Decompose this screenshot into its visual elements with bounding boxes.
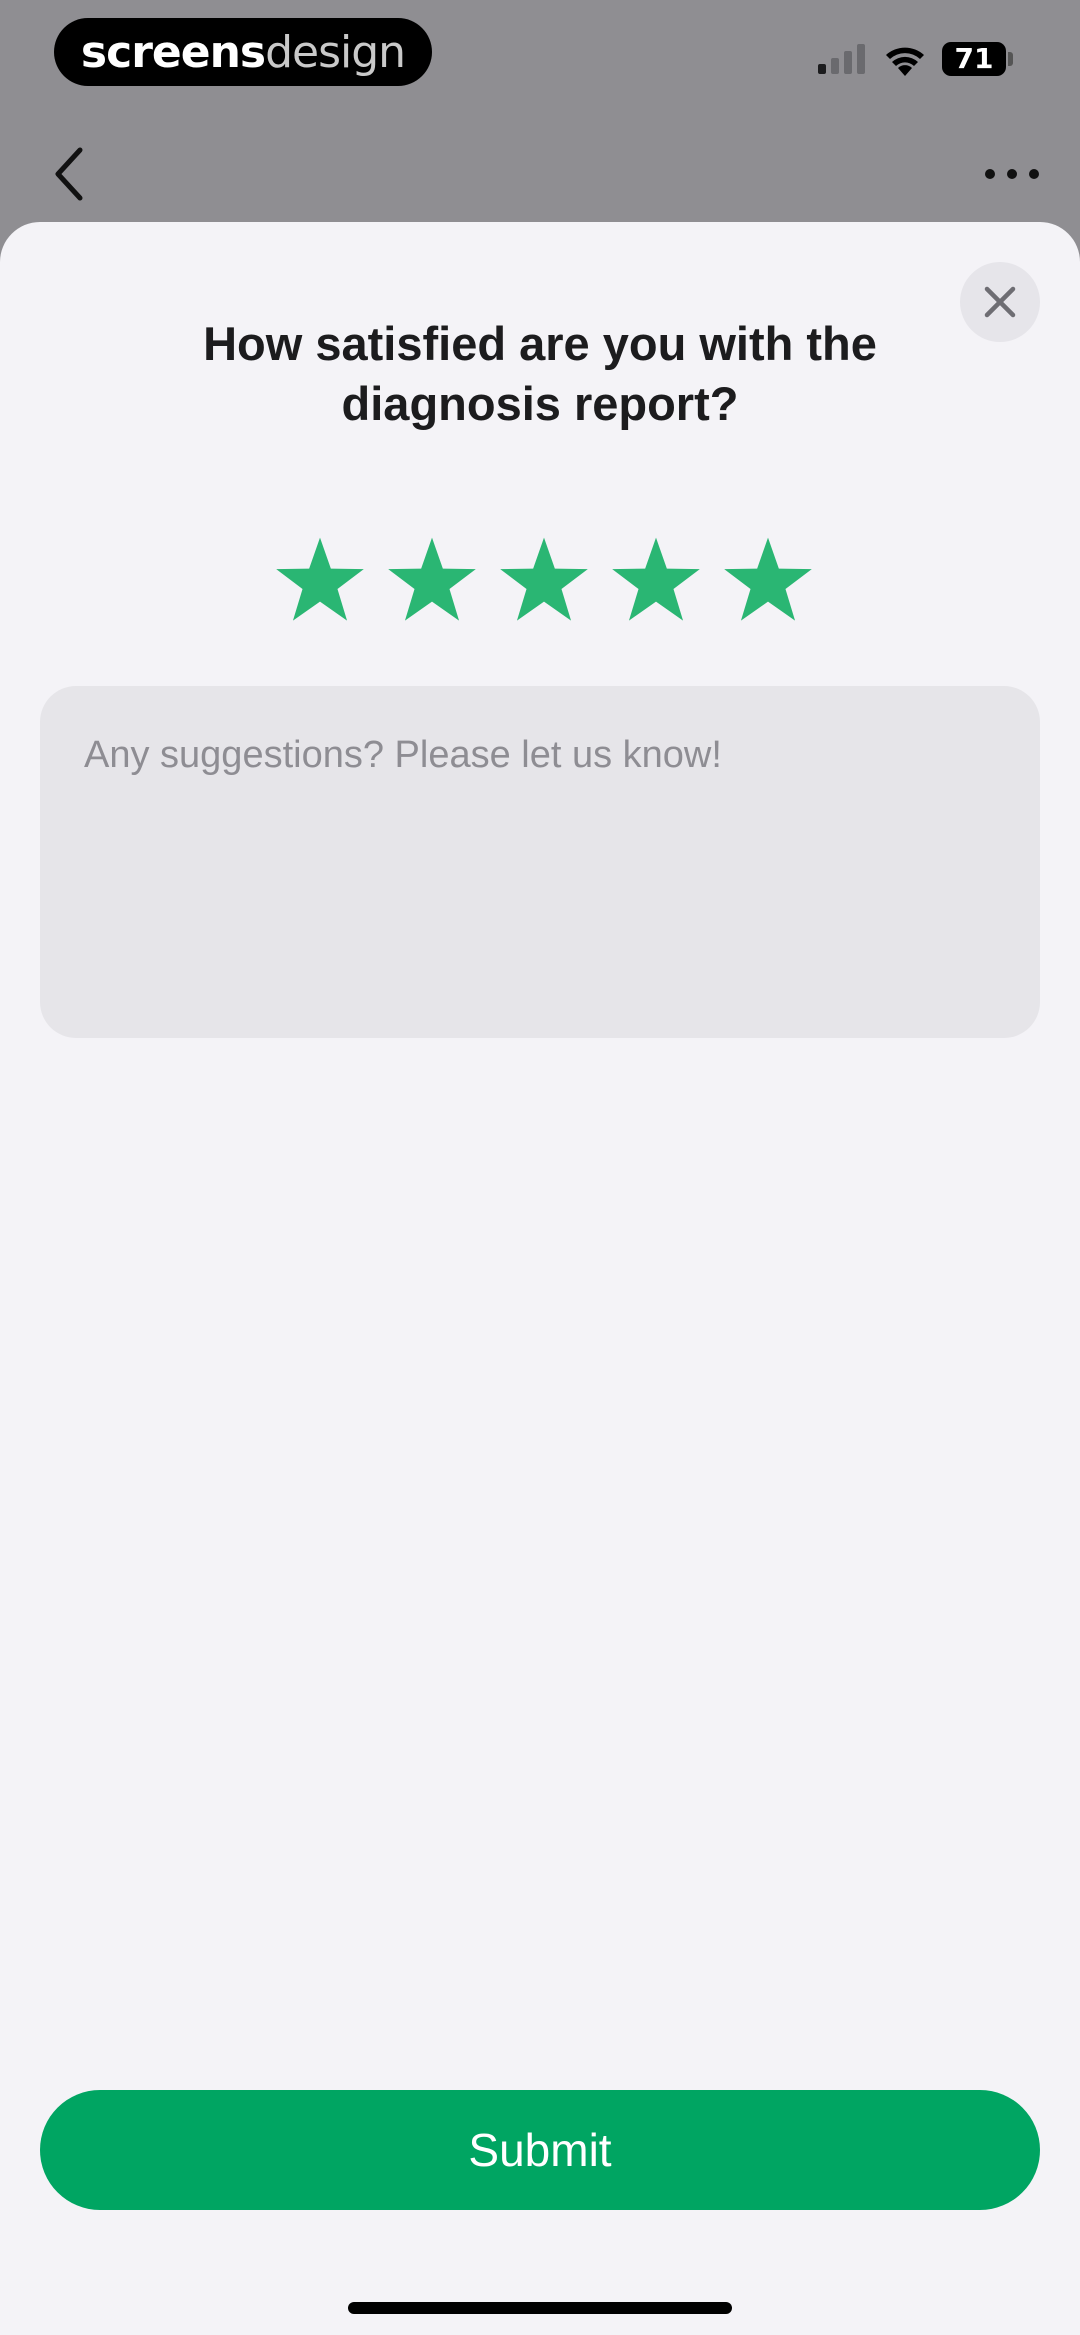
brand-bold-text: screens [80, 26, 266, 78]
feedback-title: How satisfied are you with the diagnosis… [203, 317, 877, 430]
battery-icon: 71 [942, 42, 1006, 76]
brand-watermark: screens design [54, 18, 432, 86]
star-icon[interactable] [386, 534, 478, 626]
feedback-sheet: How satisfied are you with the diagnosis… [0, 222, 1080, 2335]
submit-button[interactable]: Submit [40, 2090, 1040, 2210]
close-button[interactable] [960, 262, 1040, 342]
star-rating [274, 534, 814, 626]
signal-icon [818, 44, 865, 74]
back-icon[interactable] [52, 146, 86, 202]
star-icon[interactable] [610, 534, 702, 626]
brand-light-text: design [265, 26, 406, 78]
star-icon[interactable] [274, 534, 366, 626]
wifi-icon [886, 47, 924, 76]
suggestion-box [40, 686, 1040, 1038]
status-bar: screens design 71 [0, 0, 1080, 110]
star-icon[interactable] [722, 534, 814, 626]
suggestion-input[interactable] [84, 734, 996, 990]
close-icon [984, 286, 1016, 318]
screen: screens design 71 How satisfied are you … [0, 0, 1080, 2335]
star-icon[interactable] [498, 534, 590, 626]
more-icon[interactable] [984, 160, 1040, 188]
home-indicator [348, 2302, 732, 2314]
battery-cap [1008, 52, 1013, 66]
